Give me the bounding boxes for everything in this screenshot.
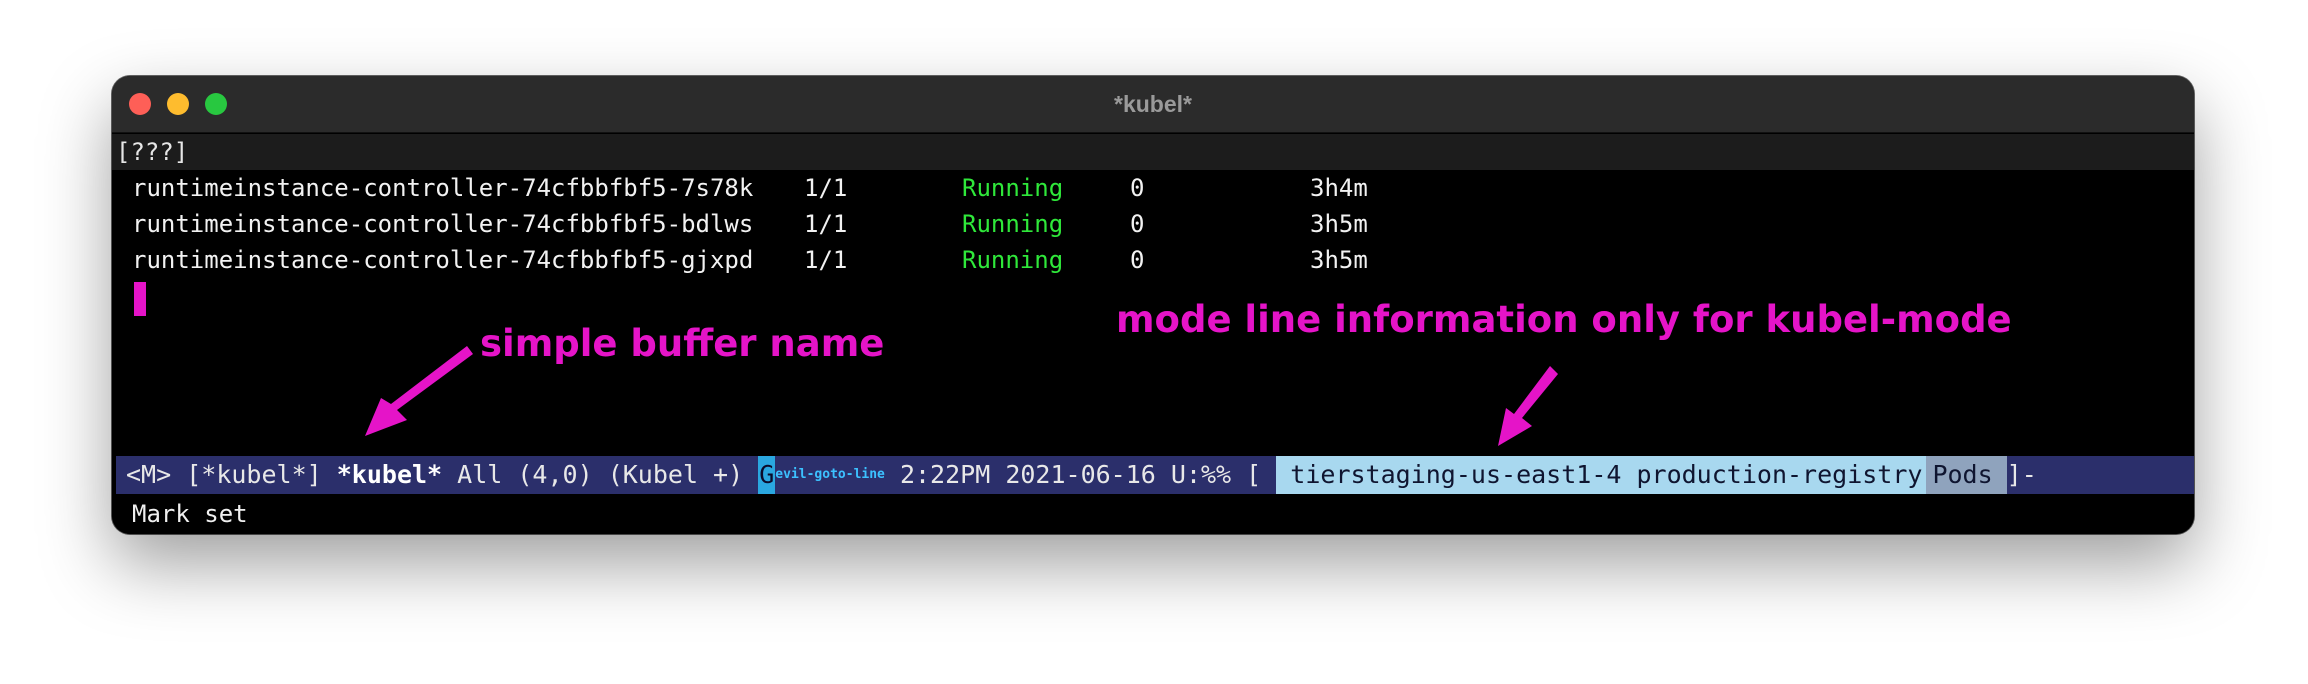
pod-age: 3h5m <box>1310 246 1368 274</box>
pod-restarts: 0 <box>1130 174 1145 202</box>
pod-age: 3h4m <box>1310 174 1368 202</box>
pod-ready: 1/1 <box>804 246 848 274</box>
kubel-context[interactable]: tierstaging-us-east1-4 production-regist… <box>1276 456 1927 494</box>
buffer-bracket: [*kubel*] <box>186 460 322 489</box>
pod-status: Running <box>962 174 1064 202</box>
pod-ready: 1/1 <box>804 210 848 238</box>
window-title: *kubel* <box>1114 91 1192 117</box>
buffer-position: All (4,0) <box>457 460 593 489</box>
evil-indicator: G <box>758 456 776 494</box>
header-line: [???] <box>112 134 2194 170</box>
kubel-open-bracket: [ <box>1246 460 1262 489</box>
evil-state: <M> <box>126 460 172 489</box>
pod-name: runtimeinstance-controller-74cfbbfbf5-bd… <box>132 210 754 238</box>
evil-command: evil-goto-line <box>775 467 885 482</box>
buffer-name[interactable]: *kubel* <box>337 456 442 494</box>
pod-name: runtimeinstance-controller-74cfbbfbf5-gj… <box>132 246 754 274</box>
echo-area: Mark set <box>112 494 2194 534</box>
pod-status: Running <box>962 210 1064 238</box>
table-row[interactable]: runtimeinstance-controller-74cfbbfbf5-gj… <box>132 242 1368 278</box>
pod-ready: 1/1 <box>804 174 848 202</box>
pod-status: Running <box>962 246 1064 274</box>
pod-name: runtimeinstance-controller-74cfbbfbf5-7s… <box>132 174 754 202</box>
kubel-resource[interactable]: Pods <box>1926 456 2007 494</box>
title-bar: *kubel* <box>112 76 2194 133</box>
major-mode[interactable]: (Kubel +) <box>608 456 743 494</box>
encoding-status: U:%% <box>1170 460 1232 489</box>
annotation-mode-line: mode line information only for kubel-mod… <box>1116 298 2012 341</box>
pod-restarts: 0 <box>1130 246 1145 274</box>
clock-time: 2:22PM <box>899 460 991 489</box>
clock-date: 2021-06-16 <box>1005 460 1156 489</box>
mode-line[interactable]: <M> [*kubel*] *kubel* All (4,0) (Kubel +… <box>116 456 2194 494</box>
arrow-icon <box>365 346 473 436</box>
table-row[interactable]: runtimeinstance-controller-74cfbbfbf5-7s… <box>132 170 1368 206</box>
kubel-close-bracket: ]- <box>2006 460 2037 489</box>
text-cursor <box>134 282 146 316</box>
table-row[interactable]: runtimeinstance-controller-74cfbbfbf5-bd… <box>132 206 1368 242</box>
annotation-buffer-name: simple buffer name <box>480 322 885 365</box>
arrow-icon <box>1498 366 1558 446</box>
pod-restarts: 0 <box>1130 210 1145 238</box>
pod-age: 3h5m <box>1310 210 1368 238</box>
